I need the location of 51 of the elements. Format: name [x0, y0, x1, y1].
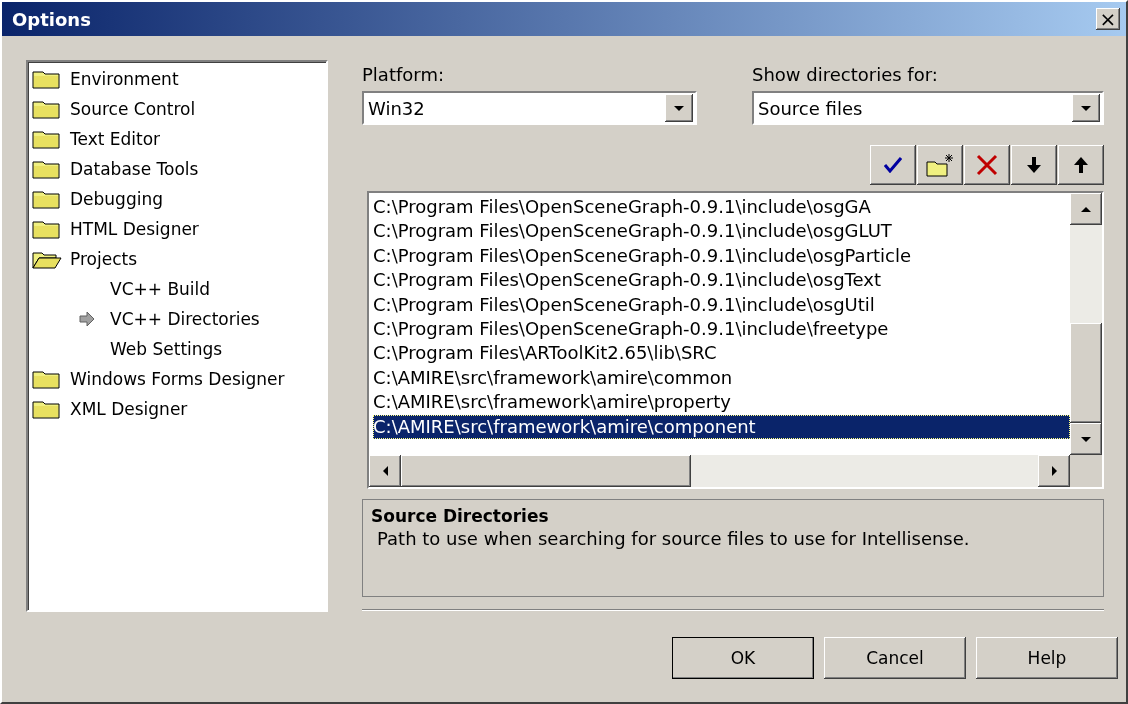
dropdown-arrow-icon: [674, 105, 684, 111]
toolbar-button[interactable]: [1058, 145, 1104, 185]
toolbar-button[interactable]: [917, 145, 963, 185]
tree-item[interactable]: Source Control: [68, 98, 198, 120]
new-folder-icon: [925, 152, 955, 178]
tree-item[interactable]: HTML Designer: [68, 218, 201, 240]
directory-row[interactable]: C:\Program Files\OpenSceneGraph-0.9.1\include\freetype: [373, 316, 1070, 342]
tree-item[interactable]: Text Editor: [68, 128, 163, 150]
tree-item[interactable]: Projects: [68, 248, 140, 270]
dropdown[interactable]: Source files: [752, 91, 1104, 125]
directory-row[interactable]: C:\AMIRE\src\framework\amire\common: [373, 365, 1070, 391]
directory-row[interactable]: C:\Program Files\OpenSceneGraph-0.9.1\include\osgParticle: [373, 243, 1070, 269]
scroll-right-icon: [1051, 466, 1057, 476]
description-title: Source Directories: [371, 506, 550, 526]
up-arrow-icon: [1074, 157, 1088, 173]
directory-row[interactable]: C:\AMIRE\src\framework\amire\component: [373, 414, 1070, 439]
dialog-button[interactable]: Cancel: [824, 637, 966, 679]
tree-item[interactable]: VC++ Build: [108, 278, 213, 300]
vertical-scrollbar[interactable]: [1070, 193, 1102, 455]
directory-row[interactable]: C:\Program Files\OpenSceneGraph-0.9.1\include\osgGA: [373, 195, 1070, 220]
field-label: Platform:: [362, 64, 445, 85]
toolbar-button[interactable]: [1011, 145, 1057, 185]
tree-item[interactable]: Web Settings: [108, 338, 225, 360]
scroll-up-icon: [1081, 206, 1091, 212]
tree-item[interactable]: Database Tools: [68, 158, 201, 180]
down-arrow-icon: [1027, 157, 1041, 173]
toolbar-button[interactable]: [964, 145, 1010, 185]
tree-item[interactable]: XML Designer: [68, 398, 190, 420]
description-text: Path to use when searching for source files to use for Intellisense.: [376, 528, 971, 549]
scroll-left-icon: [382, 466, 388, 476]
scroll-down-icon: [1081, 436, 1091, 442]
dropdown[interactable]: Win32: [362, 91, 697, 125]
delete-icon: [975, 153, 999, 177]
close-button[interactable]: ×: [1096, 8, 1120, 30]
directory-row[interactable]: C:\Program Files\OpenSceneGraph-0.9.1\include\osgUtil: [373, 292, 1070, 317]
directory-row[interactable]: C:\AMIRE\src\framework\amire\property: [373, 390, 1070, 415]
dialog-button[interactable]: OK: [672, 637, 814, 679]
horizontal-scrollbar[interactable]: [369, 455, 1070, 487]
directory-row[interactable]: C:\Program Files\OpenSceneGraph-0.9.1\include\osgGLUT: [373, 219, 1070, 244]
tree-item[interactable]: VC++ Directories: [108, 308, 262, 330]
tree-item[interactable]: Windows Forms Designer: [68, 368, 287, 390]
field-label: Show directories for:: [752, 64, 939, 85]
tree-item[interactable]: Debugging: [68, 188, 165, 210]
directory-row[interactable]: C:\Program Files\OpenSceneGraph-0.9.1\include\osgText: [373, 268, 1070, 293]
window-title: Options: [12, 8, 91, 30]
dialog-button[interactable]: Help: [976, 637, 1118, 679]
directory-row[interactable]: C:\Program Files\ARToolKit2.65\lib\SRC: [373, 341, 1070, 366]
dropdown-arrow-icon: [1081, 105, 1091, 111]
toolbar-button[interactable]: [870, 145, 916, 185]
tree-item[interactable]: Environment: [68, 68, 181, 90]
check-icon: [884, 157, 902, 173]
